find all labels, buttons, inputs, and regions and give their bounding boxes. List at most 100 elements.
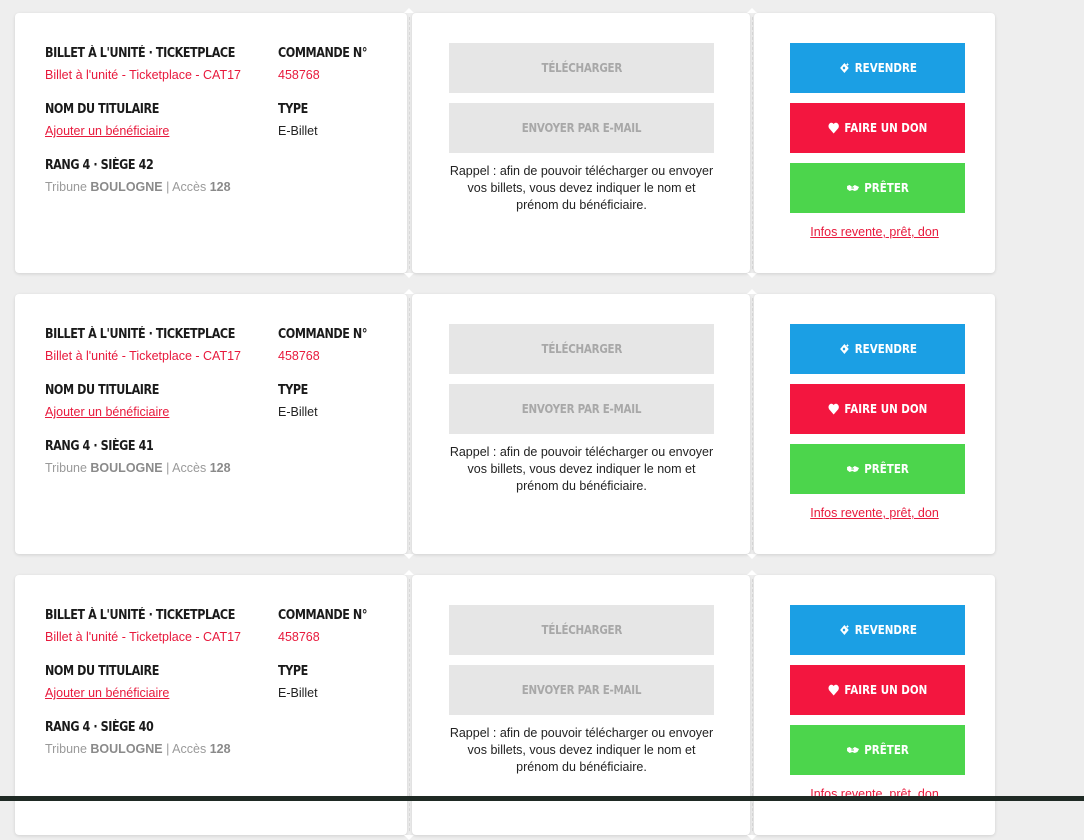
ticket-transfer-panel: REVENDRE FAIRE UN DON PRÊTER Infos reven… bbox=[754, 13, 995, 273]
add-beneficiary-link[interactable]: Ajouter un bénéficiaire bbox=[45, 405, 169, 419]
ticket-info-panel: BILLET À L'UNITÉ · TICKETPLACE Billet à … bbox=[15, 294, 407, 554]
resell-button-label: REVENDRE bbox=[854, 342, 917, 356]
heart-icon bbox=[828, 122, 839, 134]
type-heading: TYPE bbox=[278, 664, 308, 679]
send-email-button-label: ENVOYER PAR E-MAIL bbox=[521, 402, 642, 416]
lend-button[interactable]: PRÊTER bbox=[790, 163, 965, 213]
ticket-notch bbox=[404, 554, 414, 559]
stand-access-info: Tribune BOULOGNE | Accès 128 bbox=[45, 180, 231, 194]
lend-button[interactable]: PRÊTER bbox=[790, 444, 965, 494]
perforation-line bbox=[752, 17, 753, 269]
download-button[interactable]: TÉLÉCHARGER bbox=[449, 324, 714, 374]
ticket-actions-panel: TÉLÉCHARGER ENVOYER PAR E-MAIL Rappel : … bbox=[412, 13, 750, 273]
access-prefix: | Accès bbox=[166, 742, 207, 756]
perforation-line bbox=[409, 298, 410, 550]
stand-name: BOULOGNE bbox=[90, 742, 163, 756]
ticket-sparkle-icon bbox=[839, 624, 849, 635]
send-email-button-label: ENVOYER PAR E-MAIL bbox=[521, 121, 642, 135]
send-email-button[interactable]: ENVOYER PAR E-MAIL bbox=[449, 384, 714, 434]
holder-heading: NOM DU TITULAIRE bbox=[45, 664, 159, 679]
stand-access-info: Tribune BOULOGNE | Accès 128 bbox=[45, 461, 231, 475]
order-heading: COMMANDE N° bbox=[278, 608, 367, 623]
ticket-info-panel: BILLET À L'UNITÉ · TICKETPLACE Billet à … bbox=[15, 13, 407, 273]
donate-button[interactable]: FAIRE UN DON bbox=[790, 665, 965, 715]
holder-heading: NOM DU TITULAIRE bbox=[45, 383, 159, 398]
lend-button-label: PRÊTER bbox=[863, 462, 909, 476]
order-heading: COMMANDE N° bbox=[278, 327, 367, 342]
perforation-line bbox=[409, 579, 410, 831]
stand-name: BOULOGNE bbox=[90, 461, 163, 475]
order-number: 458768 bbox=[278, 68, 320, 82]
send-email-button[interactable]: ENVOYER PAR E-MAIL bbox=[449, 103, 714, 153]
holder-heading: NOM DU TITULAIRE bbox=[45, 102, 159, 117]
send-email-button[interactable]: ENVOYER PAR E-MAIL bbox=[449, 665, 714, 715]
lend-button[interactable]: PRÊTER bbox=[790, 725, 965, 775]
seat-info: RANG 4 · SIÈGE 40 bbox=[45, 720, 154, 735]
product-heading: BILLET À L'UNITÉ · TICKETPLACE bbox=[45, 608, 235, 623]
ticket-notch bbox=[404, 835, 414, 840]
ticket-card: BILLET À L'UNITÉ · TICKETPLACE Billet à … bbox=[15, 8, 995, 278]
perforation-line bbox=[752, 298, 753, 550]
donate-button-label: FAIRE UN DON bbox=[844, 402, 928, 416]
add-beneficiary-link[interactable]: Ajouter un bénéficiaire bbox=[45, 686, 169, 700]
download-button-label: TÉLÉCHARGER bbox=[541, 342, 622, 356]
ticket-notch bbox=[404, 570, 414, 575]
download-button[interactable]: TÉLÉCHARGER bbox=[449, 43, 714, 93]
seat-info: RANG 4 · SIÈGE 42 bbox=[45, 158, 154, 173]
donate-button-label: FAIRE UN DON bbox=[844, 121, 928, 135]
ticket-notch bbox=[747, 273, 757, 278]
access-number: 128 bbox=[209, 461, 231, 475]
ticket-notch bbox=[747, 8, 757, 13]
stand-prefix: Tribune bbox=[45, 180, 87, 194]
access-number: 128 bbox=[209, 742, 231, 756]
resell-button-label: REVENDRE bbox=[854, 61, 917, 75]
product-heading: BILLET À L'UNITÉ · TICKETPLACE bbox=[45, 46, 235, 61]
donate-button[interactable]: FAIRE UN DON bbox=[790, 384, 965, 434]
resell-button[interactable]: REVENDRE bbox=[790, 324, 965, 374]
product-detail: Billet à l'unité - Ticketplace - CAT17 bbox=[45, 349, 241, 363]
lend-button-label: PRÊTER bbox=[863, 181, 909, 195]
order-heading: COMMANDE N° bbox=[278, 46, 367, 61]
ticket-card: BILLET À L'UNITÉ · TICKETPLACE Billet à … bbox=[15, 289, 995, 559]
download-button-label: TÉLÉCHARGER bbox=[541, 623, 622, 637]
ticket-notch bbox=[747, 289, 757, 294]
resell-button-label: REVENDRE bbox=[854, 623, 917, 637]
ticket-actions-panel: TÉLÉCHARGER ENVOYER PAR E-MAIL Rappel : … bbox=[412, 294, 750, 554]
handshake-icon bbox=[846, 747, 859, 753]
product-heading: BILLET À L'UNITÉ · TICKETPLACE bbox=[45, 327, 235, 342]
perforation-line bbox=[409, 17, 410, 269]
transfer-info-link[interactable]: Infos revente, prêt, don bbox=[754, 506, 995, 520]
resell-button[interactable]: REVENDRE bbox=[790, 605, 965, 655]
access-prefix: | Accès bbox=[166, 180, 207, 194]
type-value: E-Billet bbox=[278, 405, 318, 419]
product-detail: Billet à l'unité - Ticketplace - CAT17 bbox=[45, 68, 241, 82]
bottom-bar bbox=[0, 796, 1084, 801]
lend-button-label: PRÊTER bbox=[863, 743, 909, 757]
ticket-sparkle-icon bbox=[839, 62, 849, 73]
reminder-text: Rappel : afin de pouvoir télécharger ou … bbox=[449, 726, 714, 774]
heart-icon bbox=[828, 403, 839, 415]
ticket-notch bbox=[747, 570, 757, 575]
type-value: E-Billet bbox=[278, 124, 318, 138]
ticket-notch bbox=[747, 835, 757, 840]
ticket-notch bbox=[747, 554, 757, 559]
send-email-button-label: ENVOYER PAR E-MAIL bbox=[521, 683, 642, 697]
perforation-line bbox=[752, 579, 753, 831]
donate-button[interactable]: FAIRE UN DON bbox=[790, 103, 965, 153]
ticket-sparkle-icon bbox=[839, 343, 849, 354]
order-number: 458768 bbox=[278, 349, 320, 363]
add-beneficiary-link[interactable]: Ajouter un bénéficiaire bbox=[45, 124, 169, 138]
download-button[interactable]: TÉLÉCHARGER bbox=[449, 605, 714, 655]
resell-button[interactable]: REVENDRE bbox=[790, 43, 965, 93]
stand-prefix: Tribune bbox=[45, 461, 87, 475]
stand-access-info: Tribune BOULOGNE | Accès 128 bbox=[45, 742, 231, 756]
heart-icon bbox=[828, 684, 839, 696]
type-value: E-Billet bbox=[278, 686, 318, 700]
access-number: 128 bbox=[209, 180, 231, 194]
handshake-icon bbox=[846, 466, 859, 472]
reminder-text: Rappel : afin de pouvoir télécharger ou … bbox=[449, 445, 714, 493]
type-heading: TYPE bbox=[278, 383, 308, 398]
ticket-notch bbox=[404, 273, 414, 278]
access-prefix: | Accès bbox=[166, 461, 207, 475]
transfer-info-link[interactable]: Infos revente, prêt, don bbox=[754, 225, 995, 239]
